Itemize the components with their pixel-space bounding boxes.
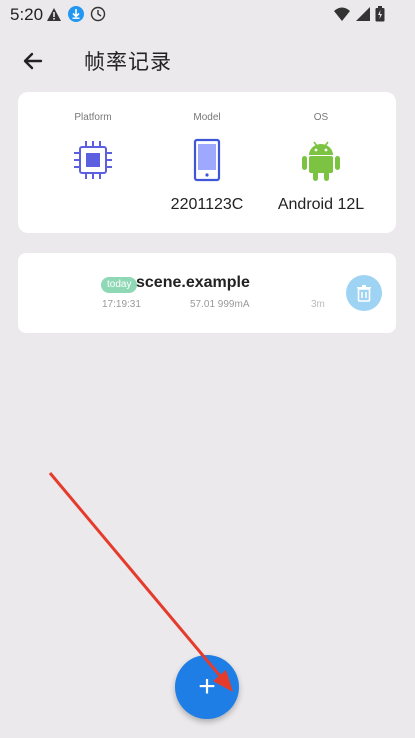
page-title: 帧率记录 — [84, 51, 172, 74]
device-info-card: Platform Model 2201123C OS Android 12L — [18, 92, 396, 233]
download-icon — [68, 6, 84, 22]
wifi-icon — [334, 7, 350, 21]
record-duration: 3m — [311, 299, 325, 310]
clock-icon — [90, 6, 106, 22]
delete-record-button[interactable] — [346, 275, 382, 311]
status-bar: 5:20 — [0, 0, 415, 30]
add-record-fab[interactable]: + — [175, 655, 239, 719]
record-time: 17:19:31 — [102, 299, 141, 310]
battery-icon — [375, 6, 385, 22]
warning-icon — [47, 7, 61, 21]
status-left-icons — [46, 6, 106, 22]
model-label: Model — [193, 112, 221, 123]
record-stats: 57.01 999mA — [190, 299, 250, 310]
app-bar: 帧率记录 — [0, 36, 415, 84]
phone-icon — [193, 138, 221, 182]
arrow-left-icon — [23, 52, 43, 70]
cpu-icon — [74, 141, 112, 179]
signal-icon — [356, 7, 370, 21]
status-right-icons — [333, 6, 385, 22]
os-label: OS — [313, 112, 329, 123]
record-name: scene.example — [136, 274, 250, 291]
platform-label: Platform — [74, 112, 112, 123]
android-icon — [302, 141, 340, 181]
back-button[interactable] — [18, 46, 48, 76]
os-column: OS Android 12L — [271, 92, 371, 233]
status-time: 5:20 — [10, 5, 44, 24]
os-value: Android 12L — [277, 196, 365, 213]
record-item[interactable]: today scene.example 17:19:31 57.01 999mA… — [18, 253, 396, 333]
trash-icon — [357, 285, 371, 302]
today-badge: today — [101, 277, 138, 293]
